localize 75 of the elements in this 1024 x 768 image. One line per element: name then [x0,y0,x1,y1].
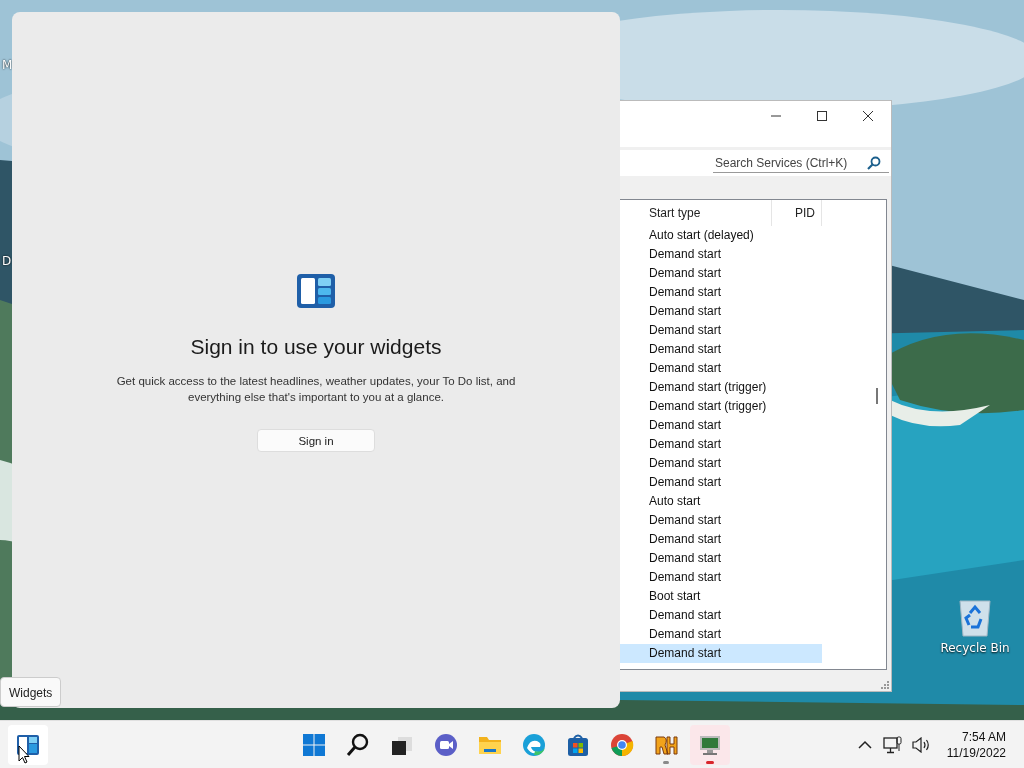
widgets-button[interactable] [8,724,48,765]
table-row[interactable]: Demand start [620,435,822,454]
table-row[interactable]: Demand start [620,606,822,625]
table-row[interactable]: Demand start (trigger) [620,397,822,416]
table-cell-text: Demand start [648,626,722,643]
search-field[interactable]: Search Services (Ctrl+K) [713,153,889,173]
maximize-icon [817,111,827,121]
windows-logo-icon [302,732,326,757]
table-cell-text: Boot start [648,588,701,605]
table-row[interactable]: Demand start [620,549,822,568]
table-cell-text: Demand start [648,436,722,453]
table-row[interactable]: Demand start [620,340,822,359]
table-row[interactable]: Demand start [620,359,822,378]
selected-row[interactable]: Demand start [620,644,822,663]
table-row[interactable]: Demand start [620,473,822,492]
table-row[interactable]: Auto start [620,492,822,511]
table-cell-text: Demand start [648,284,722,301]
speaker-icon [910,736,931,753]
scrollbar-thumb[interactable] [876,388,878,404]
close-icon [863,111,873,121]
table-row[interactable]: Demand start [620,625,822,644]
table-row[interactable]: Demand start [620,302,822,321]
table-cell-text: Demand start (trigger) [648,398,767,415]
search-icon [346,732,370,757]
browser-icon [610,732,634,757]
table-cell-text: Demand start [648,531,722,548]
widgets-icon [296,273,336,309]
table-row[interactable]: Demand start [620,416,822,435]
icon-label[interactable]: Recycle Bin [940,641,1010,655]
icon-label: D [2,254,12,268]
table-row[interactable]: Demand start [620,283,822,302]
table-row[interactable]: Demand start [620,321,822,340]
table-cell-text: Demand start [648,550,722,567]
panel-description: Get quick access to the latest headlines, weather updates, your To Do list, and everything else that's important to you at a glance. [116,374,516,405]
recycle-bin-icon[interactable] [957,597,993,637]
table-row[interactable]: Demand start [620,245,822,264]
resize-grip-icon[interactable] [881,681,889,689]
table-row[interactable]: Demand start [620,264,822,283]
chat-icon [434,732,458,757]
table-cell-text: Demand start [648,322,722,339]
clock[interactable]: 7:54 AM 11/19/2022 [942,728,1010,761]
widgets-icon [16,732,40,757]
store-bag-icon [566,732,590,757]
icon-label: M [2,58,13,72]
table-row[interactable]: Demand start (trigger) [620,378,822,397]
table-row[interactable]: Auto start (delayed) [620,226,822,245]
network-icon [882,735,903,754]
search-icon[interactable] [867,155,881,170]
table-row[interactable]: Boot start [620,587,822,606]
table-row[interactable]: Demand start [620,568,822,587]
table-cell-text: Demand start [648,265,722,282]
table-cell-text: Demand start [648,455,722,472]
table-row[interactable]: Demand start [620,454,822,473]
table-cell-text: Auto start (delayed) [648,227,754,244]
table-cell-text: Demand start [648,474,722,491]
cursor-icon [18,745,30,764]
table-cell-text: Demand start [648,303,722,320]
sign-in-button[interactable]: Sign in [257,429,375,452]
table-cell-text: Demand start [648,512,722,529]
panel-title: Sign in to use your widgets [190,335,442,359]
table-cell-text: Demand start [648,417,722,434]
table-cell-text: Auto start [648,493,701,510]
table-row[interactable]: Demand start [620,530,822,549]
table-cell-text: Demand start (trigger) [648,379,767,396]
table-cell-text: Demand start [648,607,722,624]
table-cell-text: Demand start [648,341,722,358]
table-cell-text: Demand start [648,360,722,377]
table-cell-text: Demand start [648,645,722,662]
column-header[interactable]: PID [772,200,822,226]
tooltip: Widgets [0,677,62,707]
browser-icon [522,732,546,757]
table-row[interactable]: Demand start [620,511,822,530]
table-cell-text: Demand start [648,569,722,586]
table-cell-text: Demand start [648,246,722,263]
caret-icon [857,739,872,750]
